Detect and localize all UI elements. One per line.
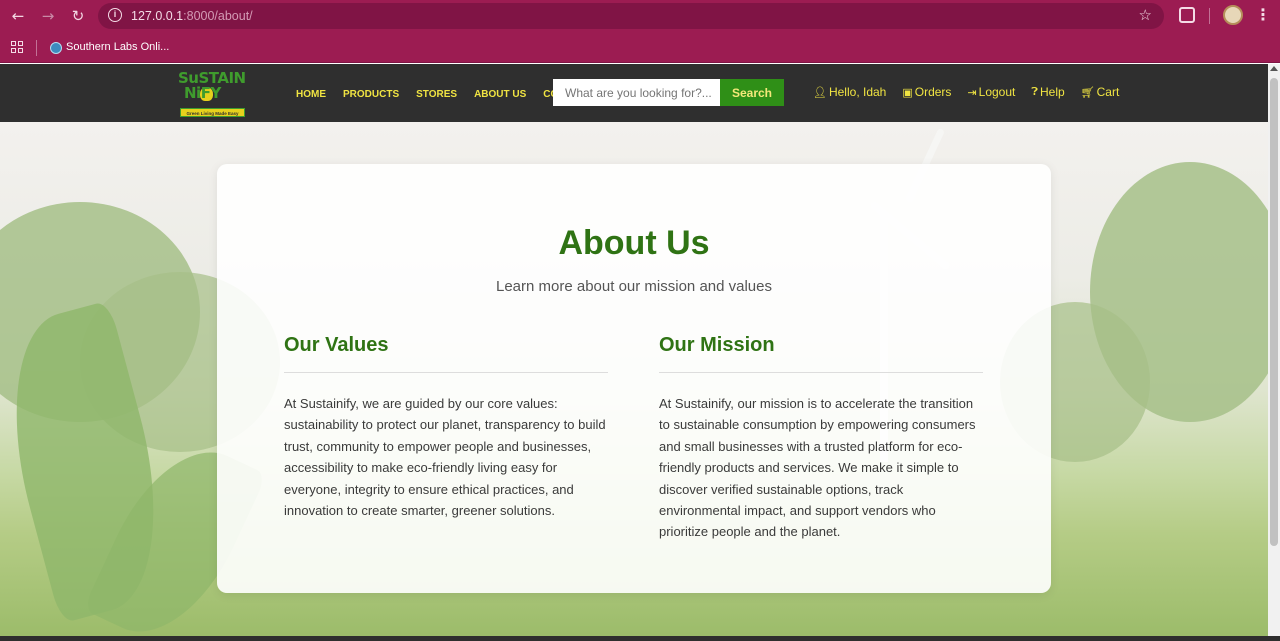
apps-grid-icon[interactable] — [11, 41, 23, 53]
browser-toolbar: ← → ↻ i 127.0.0.1:8000/about/ ☆ ⋮ — [0, 0, 1280, 32]
logout-link[interactable]: ⇥ Logout — [967, 85, 1015, 99]
cart-icon: 🛒︎ — [1080, 85, 1095, 99]
mission-section: Our Mission At Sustainify, our mission i… — [659, 334, 983, 543]
site-header: SuSTAIN NiFY Green Living Made Easy HOME… — [0, 64, 1268, 122]
page-scrollbar[interactable] — [1268, 64, 1280, 636]
search-form: Search — [553, 79, 784, 106]
page-title: About Us — [558, 224, 710, 262]
mission-divider — [659, 372, 983, 373]
bookmarks-bar: Southern Labs Onli... — [0, 32, 1280, 63]
page-subtitle: Learn more about our mission and values — [496, 278, 772, 295]
nav-products[interactable]: PRODUCTS — [343, 89, 399, 100]
toolbar-divider — [1209, 8, 1210, 24]
address-bar[interactable]: i 127.0.0.1:8000/about/ ☆ — [98, 3, 1164, 29]
user-links: 👤︎ Hello, Idah ▣ Orders ⇥ Logout ❓︎ Help… — [813, 85, 1135, 99]
mission-heading: Our Mission — [659, 334, 775, 356]
logo-line2: NiFY — [184, 84, 221, 102]
nav-about-us[interactable]: ABOUT US — [474, 89, 526, 100]
cart-link[interactable]: 🛒︎ Cart — [1081, 85, 1120, 99]
page-footer-edge — [0, 636, 1280, 641]
user-greeting-link[interactable]: 👤︎ Hello, Idah — [813, 85, 886, 99]
cart-label: Cart — [1096, 85, 1120, 99]
forward-arrow-icon[interactable]: → — [38, 6, 58, 26]
orders-label: Orders — [914, 85, 952, 99]
mission-body: At Sustainify, our mission is to acceler… — [659, 396, 976, 540]
logout-label: Logout — [978, 85, 1016, 99]
reload-icon[interactable]: ↻ — [68, 6, 88, 26]
bookmark-favicon-icon — [50, 42, 62, 54]
values-body: At Sustainify, we are guided by our core… — [284, 396, 606, 519]
user-icon: 👤︎ — [813, 85, 827, 99]
address-url[interactable]: 127.0.0.1:8000/about/ — [131, 9, 253, 23]
logo-tagline: Green Living Made Easy — [180, 108, 245, 117]
site-logo[interactable]: SuSTAIN NiFY Green Living Made Easy — [176, 68, 248, 118]
bookmark-star-icon[interactable]: ☆ — [1139, 6, 1152, 24]
menu-kebab-icon[interactable]: ⋮ — [1255, 5, 1271, 24]
back-arrow-icon[interactable]: ← — [8, 6, 28, 26]
user-greeting-label: Hello, Idah — [828, 85, 887, 99]
about-card: About Us Learn more about our mission an… — [217, 164, 1051, 593]
values-section: Our Values At Sustainify, we are guided … — [284, 334, 608, 521]
gift-box-icon: ▣ — [902, 85, 913, 99]
nav-stores[interactable]: STORES — [416, 89, 457, 100]
orders-link[interactable]: ▣ Orders — [902, 85, 951, 99]
scrollbar-thumb[interactable] — [1270, 78, 1278, 546]
profile-avatar[interactable] — [1223, 5, 1243, 25]
site-info-icon[interactable]: i — [108, 8, 122, 22]
bookmark-southern-labs[interactable]: Southern Labs Onli... — [66, 41, 169, 53]
bookmarks-divider — [36, 40, 37, 56]
scroll-up-arrow-icon[interactable] — [1270, 66, 1278, 71]
search-input[interactable] — [553, 79, 720, 106]
extensions-icon[interactable] — [1179, 7, 1195, 23]
help-label: Help — [1039, 85, 1065, 99]
help-link[interactable]: ❓︎ Help — [1031, 85, 1064, 99]
logout-icon: ⇥ — [967, 85, 977, 99]
nav-home[interactable]: HOME — [296, 89, 326, 100]
help-icon: ❓︎ — [1031, 85, 1038, 98]
values-divider — [284, 372, 608, 373]
values-heading: Our Values — [284, 334, 389, 356]
search-button[interactable]: Search — [720, 79, 784, 106]
